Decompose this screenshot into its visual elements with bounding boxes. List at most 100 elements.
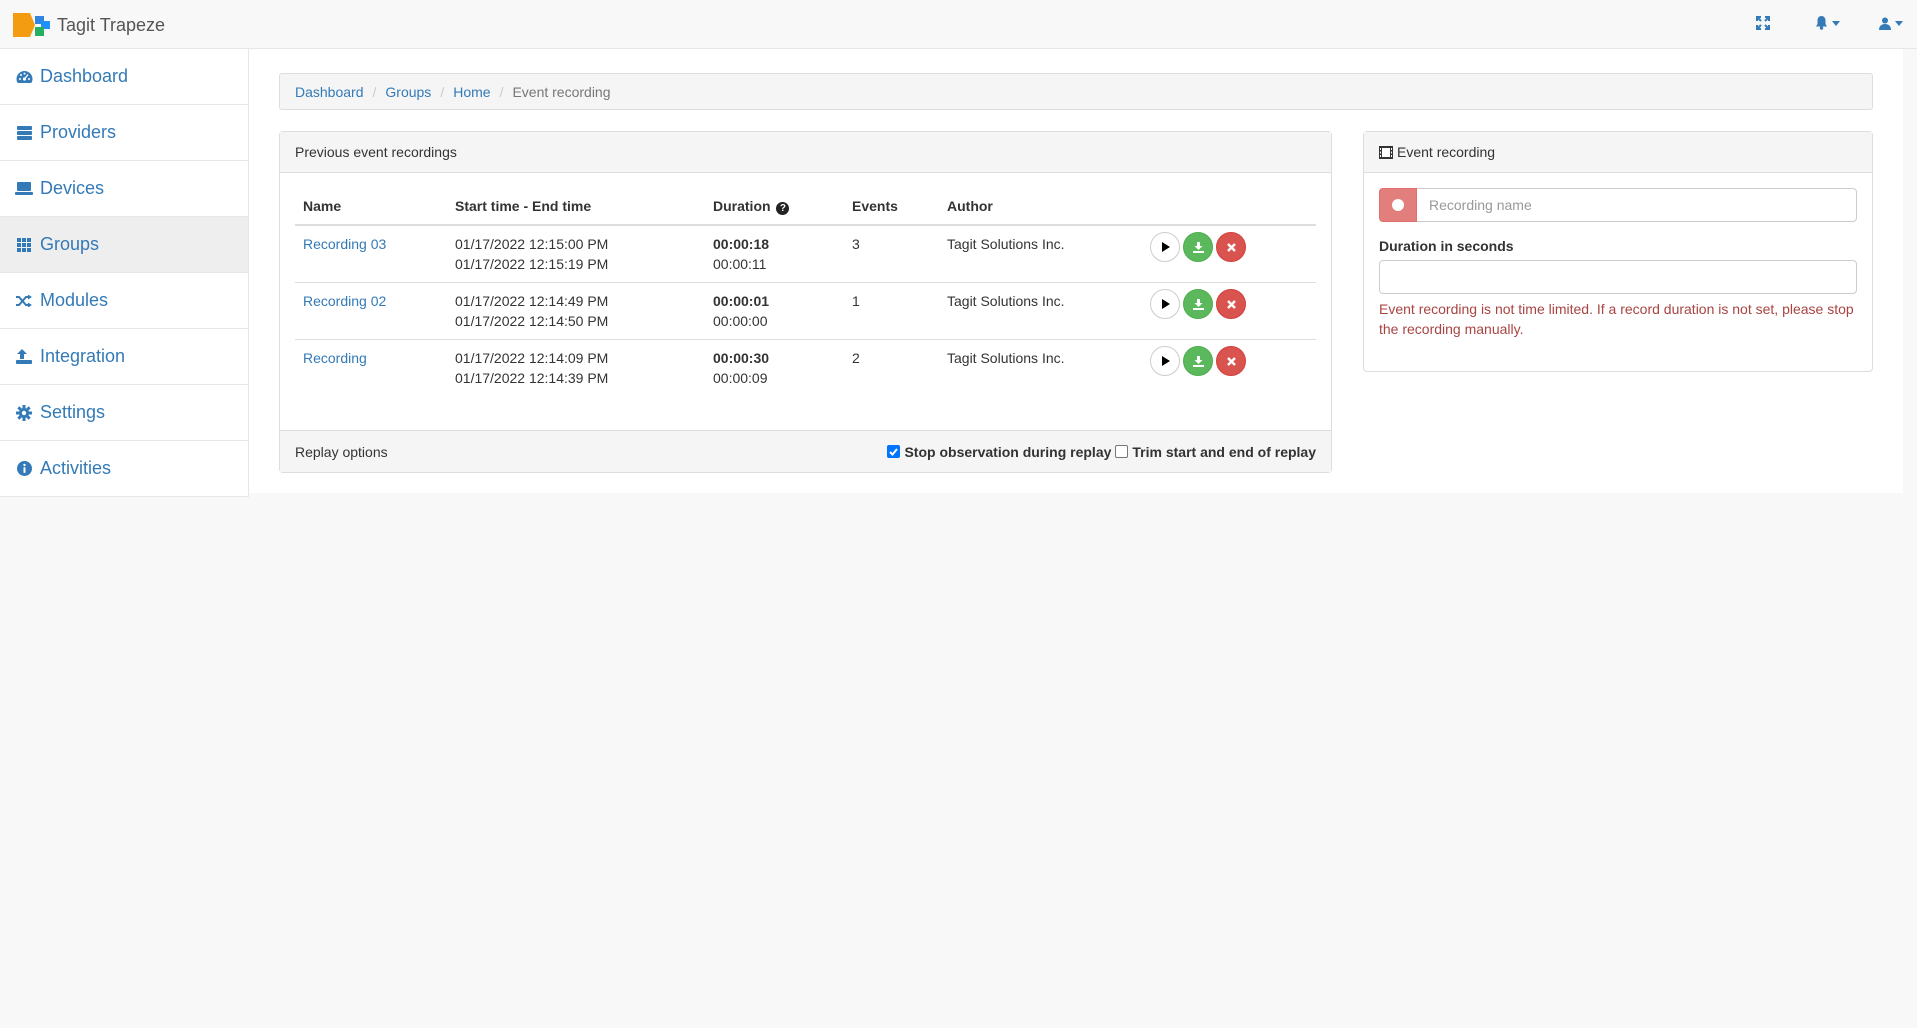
bell-icon [1815, 16, 1827, 30]
sidebar-item-label: Settings [40, 402, 106, 422]
row-actions [1150, 346, 1308, 376]
trim-checkbox[interactable] [1115, 445, 1129, 458]
breadcrumb-separator: / [440, 83, 445, 100]
table-header-row: Name Start time - End time Duration ? Ev… [295, 188, 1316, 226]
breadcrumb-current: Event recording [512, 83, 611, 100]
column-header-name[interactable]: Name [295, 188, 447, 226]
column-header-actions [1142, 188, 1316, 226]
breadcrumb-separator: / [372, 83, 377, 100]
events-count: 2 [852, 350, 860, 366]
event-recording-title: Event recording [1397, 144, 1496, 160]
author: Tagit Solutions Inc. [947, 350, 1065, 366]
duration-help-text: Event recording is not time limited. If … [1379, 301, 1854, 337]
duration-value: 00:00:01 [713, 293, 770, 309]
replay-options-footer: Replay options Stop observation during r… [280, 430, 1331, 472]
checkmark-icon [889, 447, 899, 456]
end-time: 01/17/2022 12:14:39 PM [455, 370, 609, 386]
chevron-down-icon [1831, 20, 1840, 26]
recording-name-link[interactable]: Recording [303, 350, 367, 366]
events-count: 3 [844, 225, 939, 283]
end-time: 01/17/2022 12:14:50 PM [455, 313, 609, 329]
dashboard-icon [15, 68, 33, 86]
sidebar-item-groups[interactable]: Groups [0, 217, 248, 273]
gear-icon [15, 404, 33, 422]
download-icon [1192, 298, 1204, 310]
play-button[interactable] [1150, 232, 1180, 262]
sidebar-item-settings[interactable]: Settings [0, 385, 248, 441]
user-menu-button[interactable] [1869, 0, 1913, 46]
sidebar-item-label: Dashboard [40, 66, 129, 86]
column-header-time[interactable]: Start time - End time [447, 188, 705, 226]
sidebar-item-integration[interactable]: Integration [0, 329, 248, 385]
breadcrumb-link-dashboard[interactable]: Dashboard [295, 84, 364, 100]
breadcrumb-link-home[interactable]: Home [453, 84, 490, 100]
delete-button[interactable] [1216, 346, 1246, 376]
author: Tagit Solutions Inc. [939, 225, 1142, 283]
recording-name-link[interactable]: Recording 02 [303, 293, 386, 309]
random-icon [15, 292, 33, 310]
info-icon [15, 460, 33, 478]
record-button[interactable] [1379, 188, 1417, 222]
duration-value: 00:00:18 [713, 236, 770, 252]
recording-name-link[interactable]: Recording 03 [303, 236, 386, 252]
stop-observation-checkbox[interactable] [887, 445, 901, 458]
duration-value: 00:00:30 [713, 350, 770, 366]
trim-option[interactable]: Trim start and end of replay [1115, 444, 1316, 460]
column-header-events[interactable]: Events [844, 188, 939, 226]
play-button[interactable] [1150, 346, 1180, 376]
recordings-panel: Previous event recordings Name Start tim… [279, 131, 1332, 473]
top-navbar: Tagit Trapeze [0, 0, 1917, 49]
grid-icon [15, 236, 33, 254]
delete-button[interactable] [1216, 289, 1246, 319]
sidebar-item-activities[interactable]: Activities [0, 441, 248, 497]
download-button[interactable] [1183, 232, 1213, 262]
duration-input[interactable] [1379, 260, 1857, 294]
sidebar: Dashboard Providers Devices Groups Modul… [0, 49, 249, 497]
start-time: 01/17/2022 12:15:00 PM [455, 236, 609, 252]
stop-observation-option[interactable]: Stop observation during replay [887, 444, 1111, 460]
recording-name-input[interactable] [1417, 188, 1857, 222]
notifications-button[interactable] [1805, 0, 1849, 46]
duration-label: Duration in seconds [1379, 238, 1514, 254]
sidebar-item-label: Providers [40, 122, 117, 142]
events-count: 1 [844, 282, 939, 340]
author: Tagit Solutions Inc. [939, 282, 1142, 340]
table-row: Recording 02 01/17/2022 12:14:49 PM 01/17… [295, 282, 1316, 340]
film-icon [1379, 145, 1393, 159]
recordings-panel-title: Previous event recordings [280, 132, 1331, 173]
play-button[interactable] [1150, 289, 1180, 319]
delete-button[interactable] [1216, 232, 1246, 262]
download-button[interactable] [1183, 346, 1213, 376]
column-header-duration[interactable]: Duration ? [705, 188, 844, 226]
record-dot-icon [1392, 199, 1404, 211]
event-recording-panel-heading: Event recording [1364, 132, 1872, 173]
sidebar-item-providers[interactable]: Providers [0, 105, 248, 161]
row-actions [1150, 232, 1308, 262]
sidebar-item-label: Groups [40, 234, 100, 254]
expand-icon [1756, 16, 1770, 30]
download-icon [1192, 355, 1204, 367]
sidebar-item-modules[interactable]: Modules [0, 273, 248, 329]
row-actions [1150, 289, 1308, 319]
sidebar-item-label: Devices [40, 178, 105, 198]
stop-observation-label: Stop observation during replay [904, 443, 1112, 460]
breadcrumb-link-groups[interactable]: Groups [385, 84, 431, 100]
server-icon [15, 124, 33, 142]
close-icon [1226, 242, 1236, 252]
download-button[interactable] [1183, 289, 1213, 319]
sidebar-item-dashboard[interactable]: Dashboard [0, 49, 248, 105]
question-circle-icon[interactable]: ? [776, 201, 790, 215]
brand[interactable]: Tagit Trapeze [13, 12, 165, 38]
column-header-author[interactable]: Author [939, 188, 1142, 226]
close-icon [1226, 299, 1236, 309]
recordings-table: Name Start time - End time Duration ? Ev… [295, 188, 1316, 397]
sidebar-item-label: Modules [40, 290, 109, 310]
sidebar-item-label: Integration [40, 346, 126, 366]
app-name: Tagit Trapeze [57, 14, 166, 35]
sidebar-item-devices[interactable]: Devices [0, 161, 248, 217]
start-time: 01/17/2022 12:14:49 PM [455, 293, 609, 309]
play-icon [1161, 242, 1170, 252]
table-row: Recording 01/17/2022 12:14:09 PM 01/17/20… [295, 340, 1316, 397]
sign-in-icon [15, 348, 33, 366]
fullscreen-button[interactable] [1743, 0, 1783, 46]
